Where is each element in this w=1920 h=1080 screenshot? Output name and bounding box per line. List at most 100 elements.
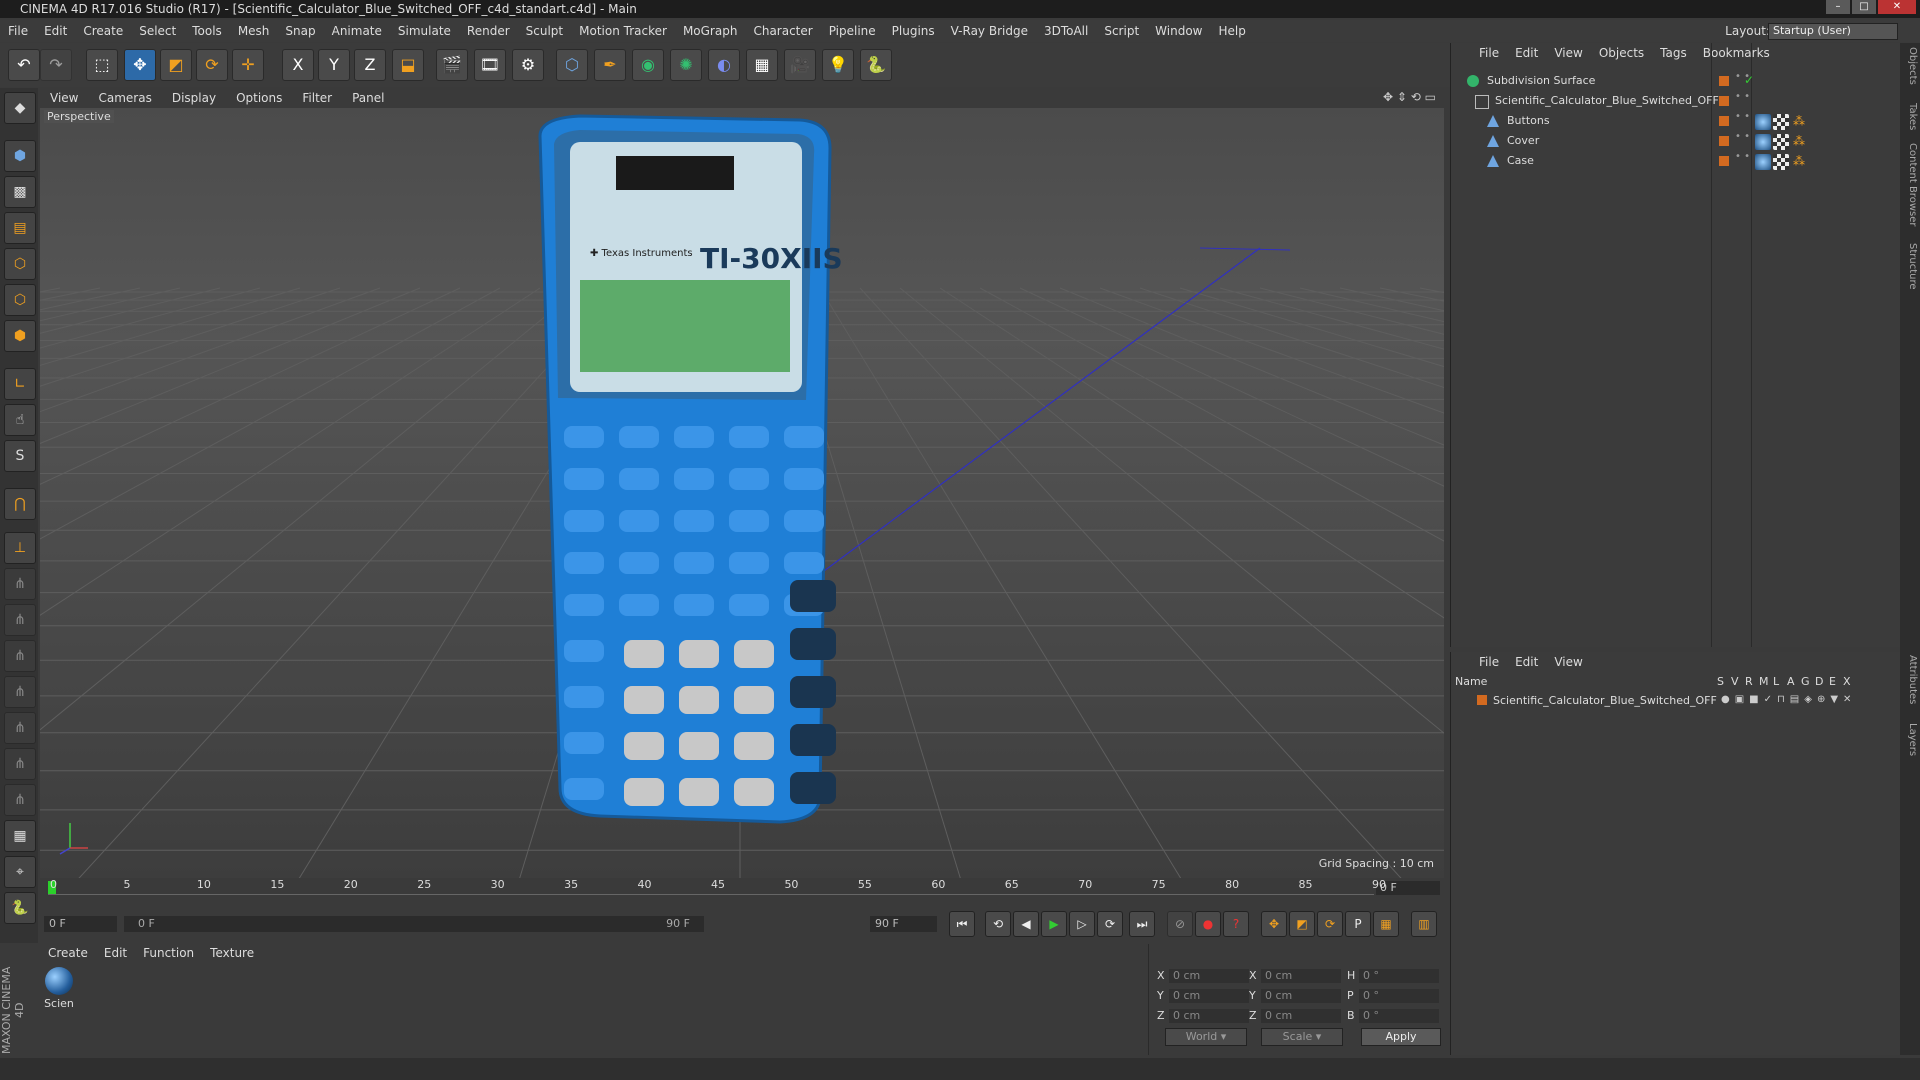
- world-dropdown[interactable]: World ▾: [1165, 1028, 1247, 1046]
- sculpt-pull-icon[interactable]: ⋔: [4, 712, 36, 744]
- close-button[interactable]: ✕: [1878, 0, 1916, 14]
- material-item[interactable]: Scien: [44, 967, 74, 1010]
- visibility-dots-icon[interactable]: • •: [1735, 112, 1750, 122]
- material-menu-item-3[interactable]: Texture: [202, 946, 262, 960]
- move-tool-icon[interactable]: ✥: [124, 49, 156, 81]
- selection-tag-icon[interactable]: ⁂: [1793, 154, 1805, 168]
- menu-item-3[interactable]: Select: [131, 24, 184, 38]
- rotation-key-icon[interactable]: ⟳: [1317, 911, 1343, 937]
- viewport-menu-item-3[interactable]: Options: [226, 91, 292, 105]
- rotate-tool-icon[interactable]: ⟳: [196, 49, 228, 81]
- visibility-dots-icon[interactable]: • •: [1735, 132, 1750, 142]
- sculpt-tool-icon[interactable]: ⋔: [4, 640, 36, 672]
- cloner-icon[interactable]: ✺: [670, 49, 702, 81]
- record-keys-icon[interactable]: ⊘: [1167, 911, 1193, 937]
- menu-item-1[interactable]: Edit: [36, 24, 75, 38]
- menu-item-2[interactable]: Create: [75, 24, 131, 38]
- viewport-menu-item-5[interactable]: Panel: [342, 91, 394, 105]
- menu-item-16[interactable]: V-Ray Bridge: [943, 24, 1036, 38]
- visibility-dots-icon[interactable]: • •: [1735, 152, 1750, 162]
- menu-item-19[interactable]: Window: [1147, 24, 1210, 38]
- selection-tag-icon[interactable]: ⁂: [1793, 114, 1805, 128]
- next-frame-icon[interactable]: ▷: [1069, 911, 1095, 937]
- layer-column-header-2[interactable]: V: [1731, 675, 1739, 688]
- polygons-mode-icon[interactable]: ⬢: [4, 320, 36, 352]
- object-menu-item-5[interactable]: Bookmarks: [1695, 46, 1778, 60]
- workplane-snap-icon[interactable]: ⌖: [4, 856, 36, 888]
- maximize-button[interactable]: □: [1852, 0, 1876, 14]
- sculpt-grab-icon[interactable]: ⋔: [4, 748, 36, 780]
- viewport-menu-item-4[interactable]: Filter: [292, 91, 342, 105]
- material-tag-icon[interactable]: [1755, 114, 1771, 130]
- end-frame-field[interactable]: 90 F: [870, 916, 937, 932]
- enabled-check-icon[interactable]: ✓: [1744, 73, 1754, 87]
- menu-item-5[interactable]: Mesh: [230, 24, 278, 38]
- y-axis-lock-button[interactable]: Y: [318, 49, 350, 81]
- scale-tool-icon[interactable]: ◩: [160, 49, 192, 81]
- layer-column-header-7[interactable]: G: [1801, 675, 1810, 688]
- coord-value-field[interactable]: 0 cm: [1169, 989, 1249, 1003]
- menu-item-14[interactable]: Pipeline: [821, 24, 884, 38]
- layer-column-header-1[interactable]: S: [1717, 675, 1724, 688]
- side-tab-0[interactable]: Objects: [1902, 47, 1918, 85]
- x-axis-lock-button[interactable]: X: [282, 49, 314, 81]
- menu-item-12[interactable]: MoGraph: [675, 24, 746, 38]
- viewport-nav-icons[interactable]: ✥ ⇕ ⟲ ▭: [1383, 90, 1436, 104]
- scale-dropdown[interactable]: Scale ▾: [1261, 1028, 1343, 1046]
- sculpt-smooth-icon[interactable]: ⋔: [4, 676, 36, 708]
- layer-column-header-4[interactable]: M: [1759, 675, 1769, 688]
- material-tag-icon[interactable]: [1755, 134, 1771, 150]
- render-view-icon[interactable]: 🎬: [436, 49, 468, 81]
- menu-item-9[interactable]: Render: [459, 24, 518, 38]
- start-frame-field[interactable]: 0 F: [44, 916, 117, 932]
- autokey-icon[interactable]: ●: [1195, 911, 1221, 937]
- pla-key-icon[interactable]: ▦: [1373, 911, 1399, 937]
- camera-label[interactable]: Perspective: [44, 110, 114, 123]
- side-tab-2[interactable]: Content Browser: [1902, 143, 1918, 226]
- menu-item-15[interactable]: Plugins: [884, 24, 943, 38]
- object-menu-item-2[interactable]: View: [1546, 46, 1590, 60]
- position-key-icon[interactable]: ✥: [1261, 911, 1287, 937]
- layer-column-header-9[interactable]: E: [1829, 675, 1836, 688]
- menu-item-4[interactable]: Tools: [184, 24, 230, 38]
- coord-value-field[interactable]: 0 °: [1359, 1009, 1439, 1023]
- live-selection-icon[interactable]: ⬚: [86, 49, 118, 81]
- layer-color-icon[interactable]: [1719, 76, 1729, 86]
- side-tab-4[interactable]: Attributes: [1902, 655, 1918, 704]
- layer-name-column-header[interactable]: Name: [1455, 675, 1487, 688]
- spline-pen-icon[interactable]: ✒: [594, 49, 626, 81]
- menu-item-18[interactable]: Script: [1096, 24, 1147, 38]
- go-to-start-icon[interactable]: ⏮: [949, 911, 975, 937]
- viewport-menu-item-2[interactable]: Display: [162, 91, 226, 105]
- texture-mode-icon[interactable]: ▩: [4, 176, 36, 208]
- python-script-icon[interactable]: 🐍: [4, 892, 36, 924]
- tweak-mode-icon[interactable]: ☝: [4, 404, 36, 436]
- python-icon[interactable]: 🐍: [860, 49, 892, 81]
- next-key-icon[interactable]: ⟳: [1097, 911, 1123, 937]
- minimize-button[interactable]: –: [1826, 0, 1850, 14]
- layer-column-header-5[interactable]: L: [1773, 675, 1779, 688]
- workplane-icon[interactable]: ⊥: [4, 532, 36, 564]
- layer-color-icon[interactable]: [1719, 136, 1729, 146]
- uvw-tag-icon[interactable]: [1773, 114, 1789, 130]
- layer-menu-item-1[interactable]: Edit: [1507, 655, 1546, 669]
- undo-button[interactable]: ↶: [8, 49, 40, 81]
- workplane-mode-icon[interactable]: ▤: [4, 212, 36, 244]
- menu-item-11[interactable]: Motion Tracker: [571, 24, 675, 38]
- material-menu-item-0[interactable]: Create: [40, 946, 96, 960]
- coordinate-system-icon[interactable]: ⬓: [392, 49, 424, 81]
- coord-value-field[interactable]: 0 cm: [1261, 1009, 1341, 1023]
- layer-row[interactable]: Scientific_Calculator_Blue_Switched_OFF …: [1455, 692, 1901, 710]
- light-icon[interactable]: 💡: [822, 49, 854, 81]
- layer-column-header-6[interactable]: A: [1787, 675, 1795, 688]
- make-editable-icon[interactable]: ◆: [4, 92, 36, 124]
- object-row[interactable]: Subdivision Surface • • ✓: [1451, 71, 1901, 91]
- menu-item-20[interactable]: Help: [1210, 24, 1253, 38]
- material-menu-item-2[interactable]: Function: [135, 946, 202, 960]
- object-menu-item-1[interactable]: Edit: [1507, 46, 1546, 60]
- object-row[interactable]: Buttons • • ⁂: [1451, 111, 1901, 131]
- layer-flag-icons[interactable]: ●▣■✓⊓▤◈⊕▼✕: [1721, 694, 1856, 705]
- camera-icon[interactable]: 🎥: [784, 49, 816, 81]
- snap-toggle-icon[interactable]: S: [4, 440, 36, 472]
- viewport-menu-item-0[interactable]: View: [40, 91, 88, 105]
